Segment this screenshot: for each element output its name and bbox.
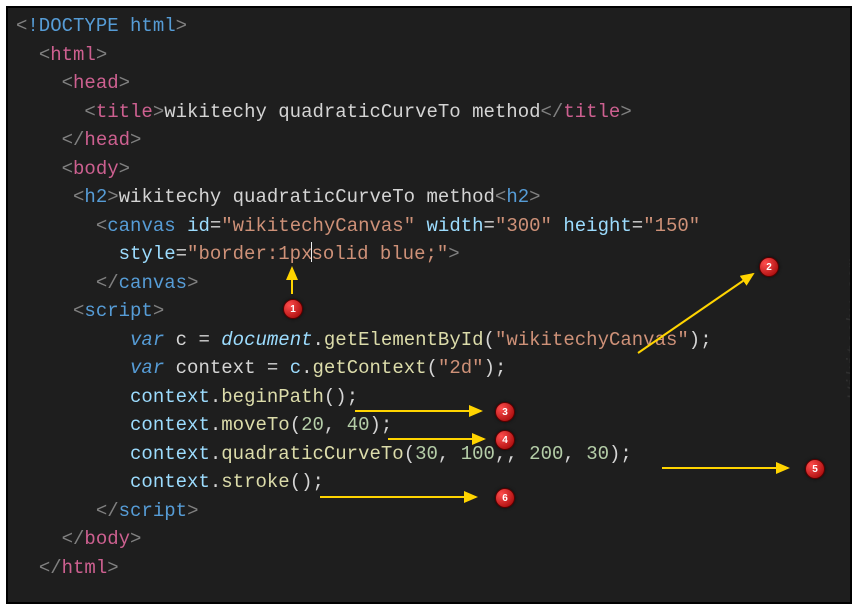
document-obj: document — [221, 329, 312, 351]
code-block: <!DOCTYPE html> <html> <head> <title>wik… — [8, 8, 850, 586]
canvas-open: canvas — [107, 215, 175, 237]
qct-d: 30 — [586, 443, 609, 465]
script-open: script — [84, 300, 152, 322]
badge-6: 6 — [495, 488, 515, 508]
gc-arg: "2d" — [438, 357, 484, 379]
h2-close: h2 — [506, 186, 529, 208]
html-close: html — [62, 557, 108, 579]
body-close: body — [84, 528, 130, 550]
id-val: "wikitechyCanvas" — [221, 215, 415, 237]
moveto-a: 20 — [301, 414, 324, 436]
width-attr: width — [427, 215, 484, 237]
beginpath: beginPath — [221, 386, 324, 408]
title-text: wikitechy quadraticCurveTo method — [164, 101, 540, 123]
html-open: html — [50, 44, 96, 66]
context-var: context — [176, 357, 256, 379]
var-kw-1: var — [130, 329, 164, 351]
text-cursor — [311, 242, 312, 262]
qct-b: 100 — [461, 443, 495, 465]
code-editor: <!DOCTYPE html> <html> <head> <title>wik… — [6, 6, 852, 604]
style-attr: style — [119, 243, 176, 265]
c-var: c — [176, 329, 187, 351]
qct-a: 30 — [415, 443, 438, 465]
badge-1: 1 — [283, 299, 303, 319]
height-val: "150" — [643, 215, 700, 237]
id-attr: id — [187, 215, 210, 237]
badge-5: 5 — [805, 459, 825, 479]
badge-3: 3 — [495, 402, 515, 422]
h2-open: h2 — [84, 186, 107, 208]
height-attr: height — [563, 215, 631, 237]
badge-4: 4 — [495, 430, 515, 450]
canvas-close: canvas — [119, 272, 187, 294]
title-close: title — [563, 101, 620, 123]
head-close: head — [84, 129, 130, 151]
badge-2: 2 — [759, 257, 779, 277]
getcontext: getContext — [313, 357, 427, 379]
gebi-arg: "wikitechyCanvas" — [495, 329, 689, 351]
doctype: !DOCTYPE html — [27, 15, 175, 37]
stroke: stroke — [221, 471, 289, 493]
style-val-b: solid blue;" — [311, 243, 448, 265]
head-open: head — [73, 72, 119, 94]
body-open: body — [73, 158, 119, 180]
h2-text: wikitechy quadraticCurveTo method — [119, 186, 495, 208]
style-val-a: "border:1px — [187, 243, 312, 265]
script-close: script — [119, 500, 187, 522]
moveto: moveTo — [221, 414, 289, 436]
title-open: title — [96, 101, 153, 123]
getelementbyid: getElementById — [324, 329, 484, 351]
moveto-b: 40 — [347, 414, 370, 436]
width-val: "300" — [495, 215, 552, 237]
var-kw-2: var — [130, 357, 164, 379]
qct-c: 200 — [529, 443, 563, 465]
quadraticcurveto: quadraticCurveTo — [221, 443, 403, 465]
